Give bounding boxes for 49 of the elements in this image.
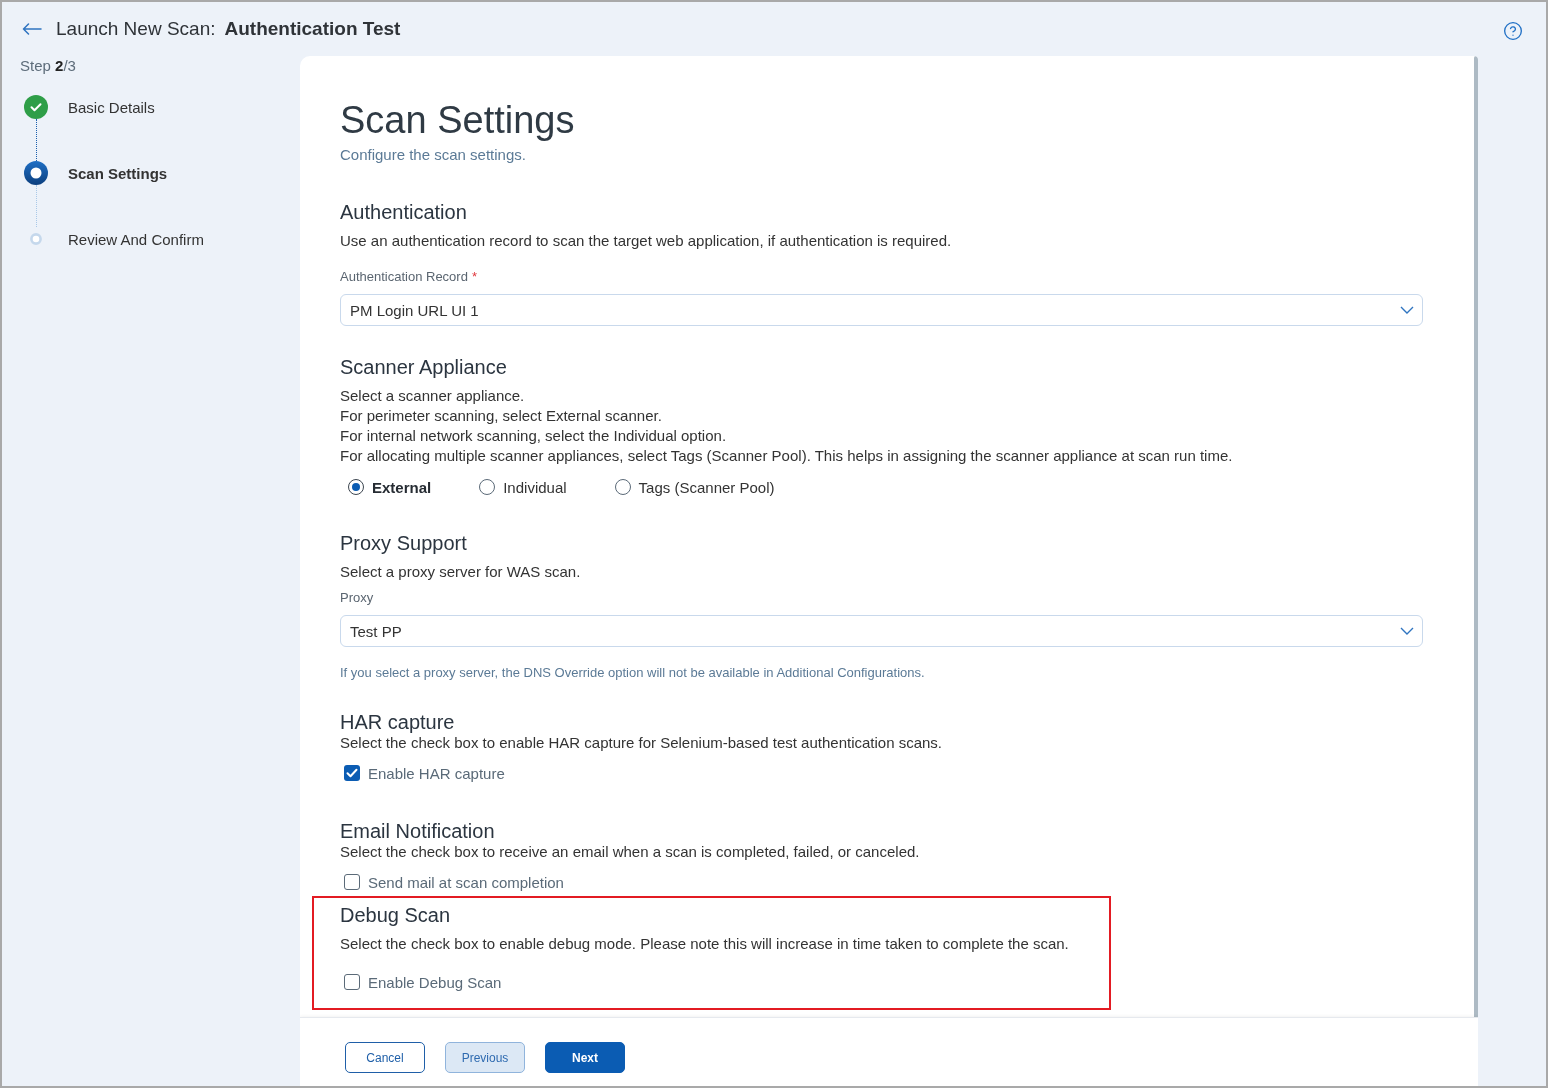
- radio-button[interactable]: [479, 479, 496, 495]
- select-field[interactable]: Test PP: [340, 615, 1423, 647]
- section-heading: Proxy Support: [340, 531, 467, 555]
- section-description: Select a proxy server for WAS scan.: [340, 562, 581, 582]
- header-title: Launch New Scan:: [56, 18, 216, 40]
- field-label: Proxy: [340, 590, 374, 606]
- chevron-down-icon: [1400, 306, 1414, 314]
- section-description: Use an authentication record to scan the target web application, if authentication is required.: [340, 231, 952, 251]
- step-label: Basic Details: [68, 98, 155, 116]
- cancel-button[interactable]: Cancel: [345, 1042, 425, 1073]
- section-description: Select the check box to enable HAR capture for Selenium-based test authentication scans.: [340, 733, 942, 753]
- step-label: Scan Settings: [68, 164, 168, 182]
- field-label: Authentication Record: [340, 269, 468, 285]
- previous-button[interactable]: Previous: [445, 1042, 525, 1073]
- section-heading: HAR capture: [340, 710, 455, 734]
- section-description: Select a scanner appliance.: [340, 386, 525, 406]
- radio-label[interactable]: External: [372, 478, 432, 496]
- radio-label[interactable]: Individual: [503, 478, 567, 496]
- page-title: Scan Settings: [340, 98, 575, 143]
- checkbox-label[interactable]: Send mail at scan completion: [368, 873, 564, 891]
- checkbox-label[interactable]: Enable Debug Scan: [368, 973, 502, 991]
- section-description: For perimeter scanning, select External scanner.: [340, 406, 662, 426]
- section-heading: Email Notification: [340, 819, 495, 843]
- select-field[interactable]: PM Login URL UI 1: [340, 294, 1423, 326]
- step-counter: Step 2/3: [20, 56, 76, 76]
- page-subtitle: Configure the scan settings.: [340, 145, 526, 165]
- next-button[interactable]: Next: [545, 1042, 625, 1073]
- section-heading: Debug Scan: [340, 903, 451, 927]
- checkbox[interactable]: [344, 974, 360, 990]
- arrow-left-icon[interactable]: [22, 23, 42, 35]
- section-description: For allocating multiple scanner appliances, select Tags (Scanner Pool). This helps in assigning the scanner appliance at scan run time.: [340, 446, 1233, 466]
- checkbox[interactable]: [344, 765, 360, 781]
- scrollbar[interactable]: [1474, 56, 1478, 1017]
- chevron-down-icon: [1400, 627, 1414, 635]
- section-description: Select the check box to receive an email when a scan is completed, failed, or canceled.: [340, 842, 920, 862]
- required-mark: *: [471, 269, 477, 285]
- checkbox-label[interactable]: Enable HAR capture: [368, 764, 505, 782]
- radio-button[interactable]: [348, 479, 364, 495]
- step-label: Review And Confirm: [68, 230, 204, 248]
- hint-text: If you select a proxy server, the DNS Override option will not be available in Additional Configurations.: [340, 665, 925, 681]
- section-heading: Scanner Appliance: [340, 355, 507, 379]
- checkbox[interactable]: [344, 874, 360, 890]
- section-description: For internal network scanning, select the Individual option.: [340, 426, 727, 446]
- section-description: Select the check box to enable debug mode. Please note this will increase in time taken to complete the scan.: [340, 934, 1069, 954]
- radio-label[interactable]: Tags (Scanner Pool): [638, 478, 775, 496]
- scan-name: Authentication Test: [224, 18, 401, 40]
- help-icon[interactable]: [1503, 21, 1523, 41]
- radio-button[interactable]: [614, 479, 631, 495]
- section-heading: Authentication: [340, 200, 467, 224]
